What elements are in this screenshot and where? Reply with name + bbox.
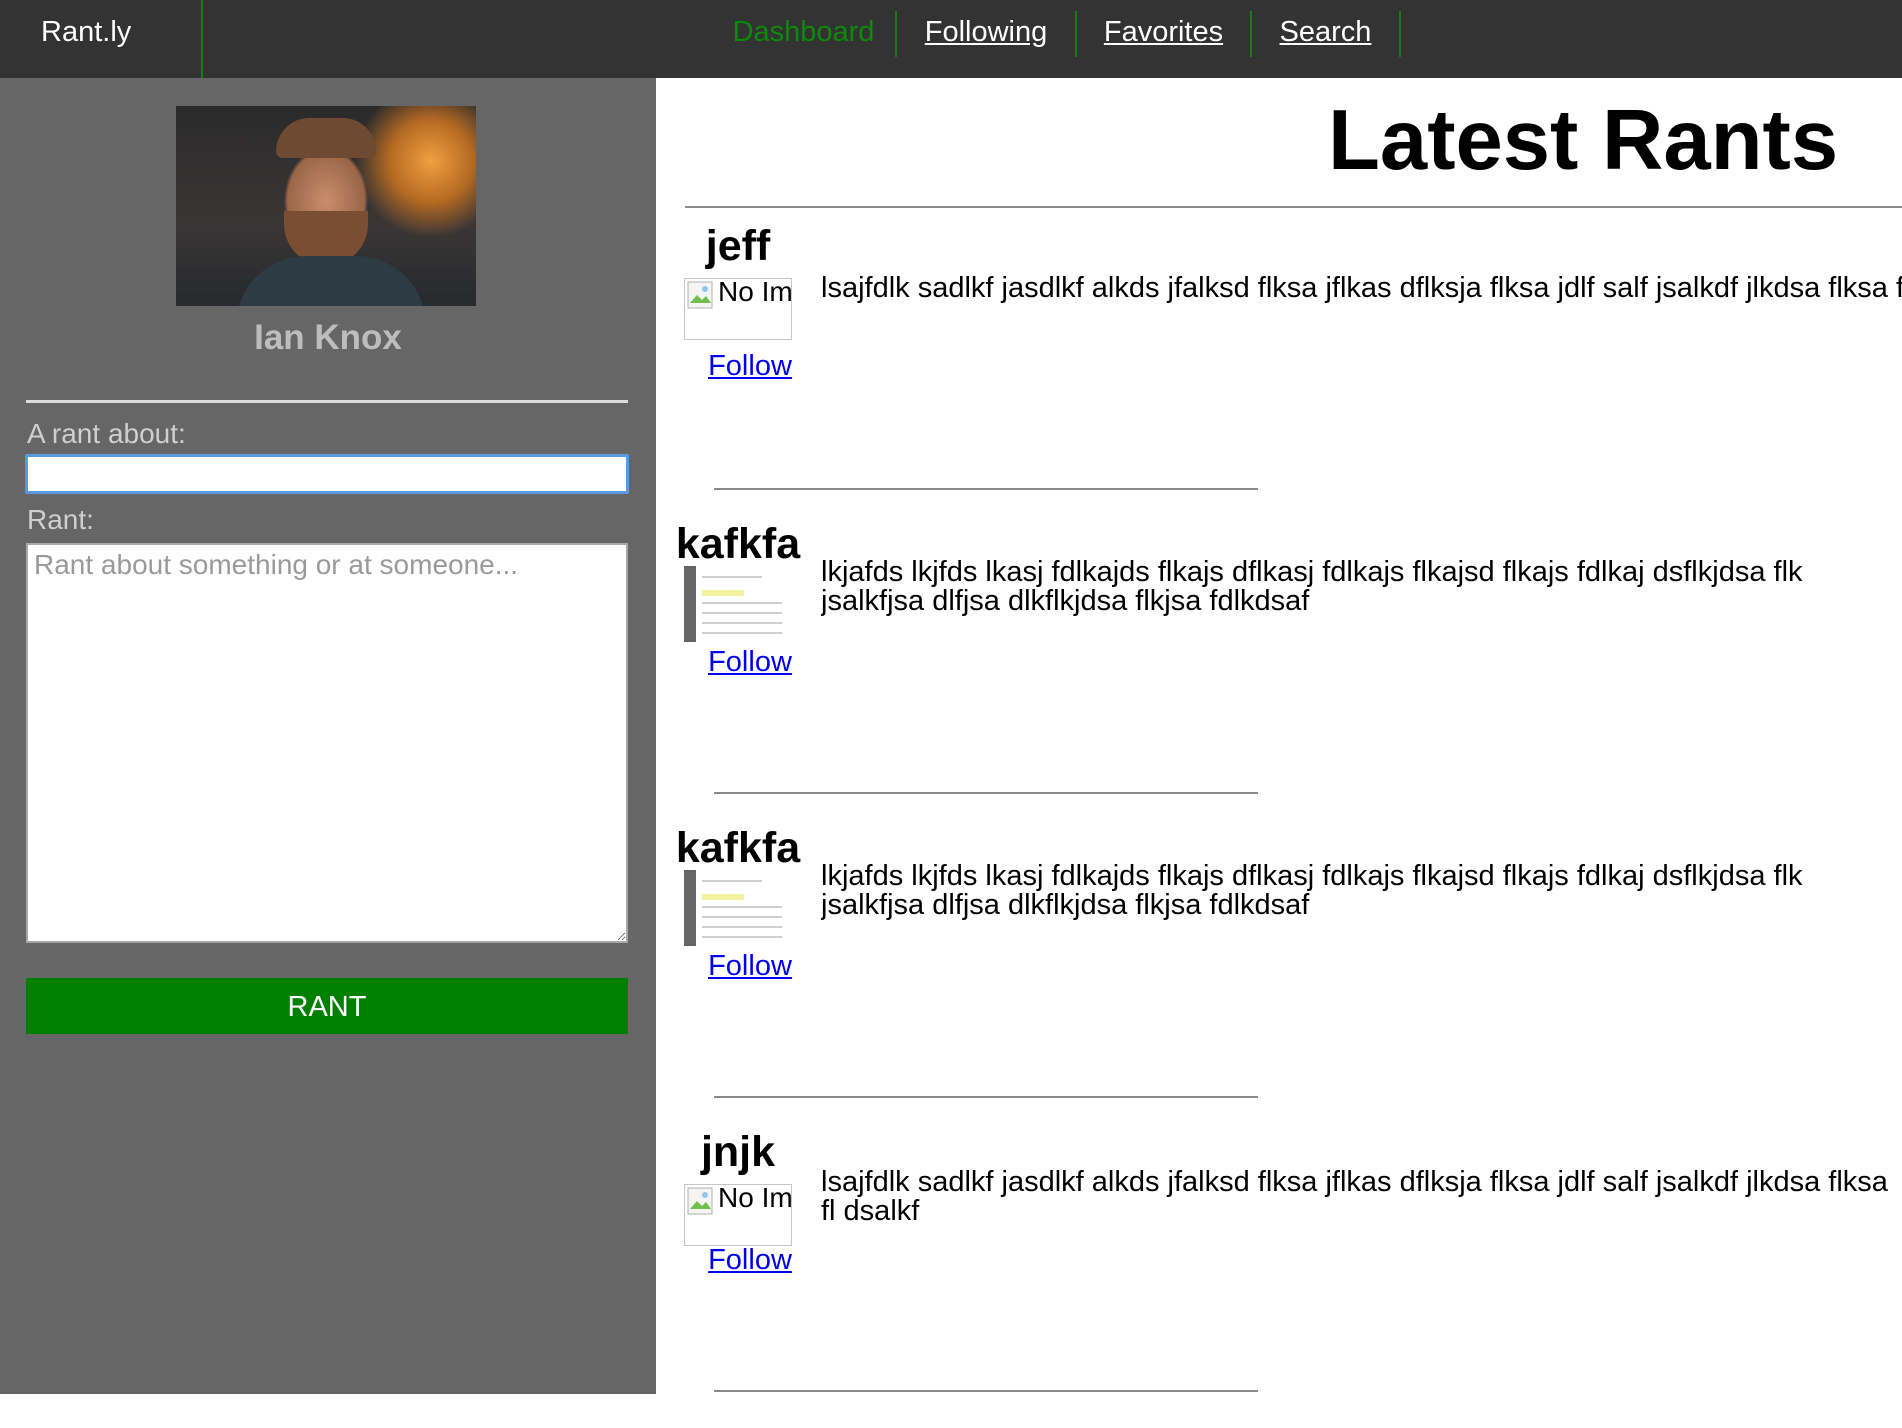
image-alt-text: No Image bbox=[718, 1184, 792, 1213]
post-avatar-screenshot bbox=[684, 566, 792, 642]
thumbnail-line bbox=[702, 576, 762, 578]
broken-image-icon bbox=[687, 1187, 713, 1215]
broken-image-icon bbox=[687, 281, 713, 309]
thumbnail-line bbox=[702, 906, 782, 908]
avatar-hair bbox=[276, 118, 376, 158]
thumbnail-line bbox=[702, 602, 782, 604]
title-divider bbox=[685, 206, 1902, 208]
thumbnail-highlight bbox=[702, 894, 744, 900]
thumbnail-line bbox=[702, 880, 762, 882]
thumbnail-line bbox=[702, 936, 782, 938]
nav-search[interactable]: Search bbox=[1252, 11, 1401, 57]
image-alt-text: No Image bbox=[718, 278, 792, 307]
thumbnail-highlight bbox=[702, 590, 744, 596]
post-divider bbox=[714, 1096, 1258, 1098]
nav-dashboard[interactable]: Dashboard bbox=[712, 11, 897, 57]
follow-link[interactable]: Follow bbox=[662, 950, 838, 983]
post-text: lkjafds lkjfds lkasj fdlkajds flkajs dfl… bbox=[821, 862, 1803, 920]
follow-link[interactable]: Follow bbox=[662, 350, 838, 383]
post-divider bbox=[714, 488, 1258, 490]
post-text: lsajfdlk sadlkf jasdlkf alkds jfalksd fl… bbox=[821, 274, 1902, 303]
post-text: lkjafds lkjfds lkasj fdlkajds flkajs dfl… bbox=[821, 558, 1803, 616]
thumbnail-bar bbox=[684, 566, 696, 642]
post-divider bbox=[714, 1390, 1258, 1392]
rant-post: jeff No Image Follow lsajfdlk sadlkf jas… bbox=[0, 222, 1902, 522]
post-author[interactable]: jeff bbox=[662, 222, 814, 271]
rant-post: kafkfa Follow lkjafds lkjfds lkasj fdlka… bbox=[0, 824, 1902, 1124]
post-text: lsajfdlk sadlkf jasdlkf alkds jfalksd fl… bbox=[821, 1168, 1888, 1226]
follow-link[interactable]: Follow bbox=[662, 1244, 838, 1277]
rant-post: kafkfa Follow lkjafds lkjfds lkasj fdlka… bbox=[0, 520, 1902, 820]
thumbnail-line bbox=[702, 622, 782, 624]
thumbnail-line bbox=[702, 612, 782, 614]
post-author[interactable]: jnjk bbox=[662, 1128, 814, 1177]
top-navbar: Rant.ly Dashboard Following Favorites Se… bbox=[0, 0, 1902, 78]
thumbnail-line bbox=[702, 916, 782, 918]
post-avatar-broken-image: No Image bbox=[684, 1184, 792, 1246]
post-divider bbox=[714, 792, 1258, 794]
rant-post: jnjk No Image Follow lsajfdlk sadlkf jas… bbox=[0, 1128, 1902, 1428]
post-author[interactable]: kafkfa bbox=[662, 824, 814, 873]
follow-link[interactable]: Follow bbox=[662, 646, 838, 679]
post-author[interactable]: kafkfa bbox=[662, 520, 814, 569]
post-avatar-screenshot bbox=[684, 870, 792, 946]
thumbnail-line bbox=[702, 632, 782, 634]
post-avatar-broken-image: No Image bbox=[684, 278, 792, 340]
thumbnail-bar bbox=[684, 870, 696, 946]
thumbnail-line bbox=[702, 926, 782, 928]
nav-favorites[interactable]: Favorites bbox=[1077, 11, 1252, 57]
nav-following[interactable]: Following bbox=[897, 11, 1077, 57]
brand-logo[interactable]: Rant.ly bbox=[0, 0, 203, 78]
page-title: Latest Rants bbox=[1328, 93, 1839, 188]
